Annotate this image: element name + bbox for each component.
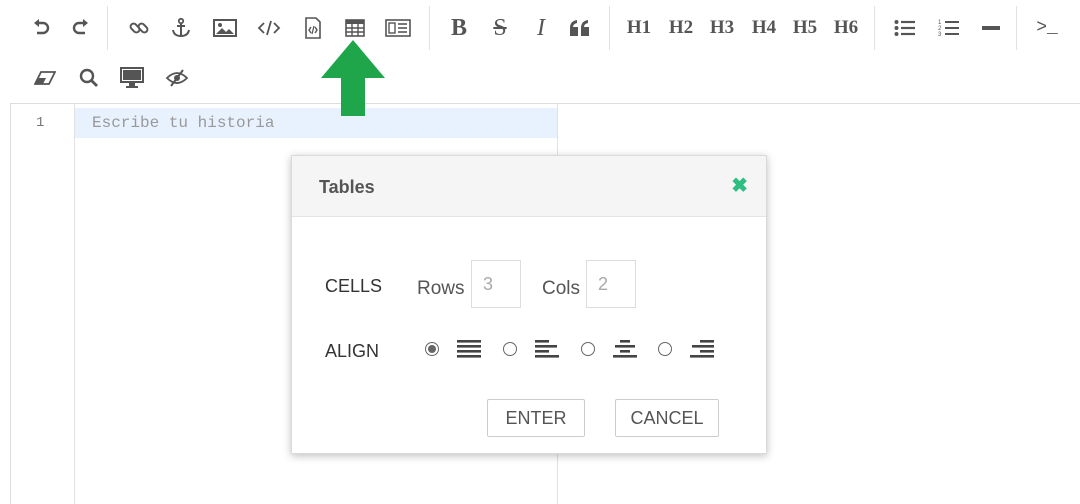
undo-icon[interactable] — [28, 14, 54, 42]
toolbar: B S I H1 H2 H3 H4 H5 H6 123 >_ — [10, 0, 1080, 104]
align-right-radio[interactable] — [658, 342, 672, 356]
rows-input[interactable] — [471, 260, 521, 308]
enter-button[interactable]: ENTER — [487, 399, 585, 437]
italic-button[interactable]: I — [528, 14, 554, 42]
numbered-list-icon[interactable]: 123 — [936, 14, 962, 42]
eye-slash-icon[interactable] — [163, 64, 191, 92]
terminal-button[interactable]: >_ — [1032, 14, 1062, 42]
align-justify-icon — [457, 340, 481, 358]
quote-icon[interactable] — [566, 14, 594, 42]
h4-button[interactable]: H4 — [749, 14, 779, 42]
editor-placeholder[interactable]: Escribe tu historia — [92, 114, 274, 132]
anchor-icon[interactable] — [168, 14, 194, 42]
search-icon[interactable] — [76, 64, 102, 92]
bold-button[interactable]: B — [446, 14, 472, 42]
align-center-icon — [613, 340, 637, 358]
strikethrough-button[interactable]: S — [487, 14, 513, 42]
dialog-title: Tables — [319, 177, 375, 197]
tables-dialog: Tables ✖ CELLS Rows Cols ALIGN ENTER CAN… — [291, 155, 767, 454]
align-left-radio[interactable] — [503, 342, 517, 356]
h6-button[interactable]: H6 — [831, 14, 861, 42]
line-number: 1 — [36, 115, 45, 131]
align-left-icon — [535, 340, 559, 358]
cols-label: Cols — [542, 278, 581, 299]
close-icon[interactable]: ✖ — [731, 173, 748, 198]
dialog-header: Tables ✖ — [292, 156, 766, 217]
html-entities-icon[interactable] — [384, 14, 412, 42]
align-justify-radio[interactable] — [425, 342, 439, 356]
cols-input[interactable] — [586, 260, 636, 308]
h3-button[interactable]: H3 — [707, 14, 737, 42]
arrow-up-icon — [321, 40, 385, 116]
align-center-radio[interactable] — [581, 342, 595, 356]
line-number-gutter — [11, 104, 75, 504]
cancel-button[interactable]: CANCEL — [615, 399, 719, 437]
eraser-icon[interactable] — [32, 64, 58, 92]
monitor-icon[interactable] — [118, 64, 146, 92]
svg-text:3: 3 — [938, 32, 942, 38]
html-file-icon[interactable] — [300, 14, 326, 42]
redo-icon[interactable] — [68, 14, 94, 42]
image-icon[interactable] — [212, 14, 238, 42]
cells-label: CELLS — [325, 276, 383, 296]
link-icon[interactable] — [126, 14, 152, 42]
h5-button[interactable]: H5 — [790, 14, 820, 42]
horizontal-rule-icon[interactable] — [978, 14, 1004, 42]
code-icon[interactable] — [256, 14, 282, 42]
bullet-list-icon[interactable] — [892, 14, 918, 42]
align-label: ALIGN — [325, 341, 380, 361]
table-icon[interactable] — [342, 14, 368, 42]
h1-button[interactable]: H1 — [624, 14, 654, 42]
rows-label: Rows — [417, 278, 465, 299]
h2-button[interactable]: H2 — [666, 14, 696, 42]
align-right-icon — [690, 340, 714, 358]
